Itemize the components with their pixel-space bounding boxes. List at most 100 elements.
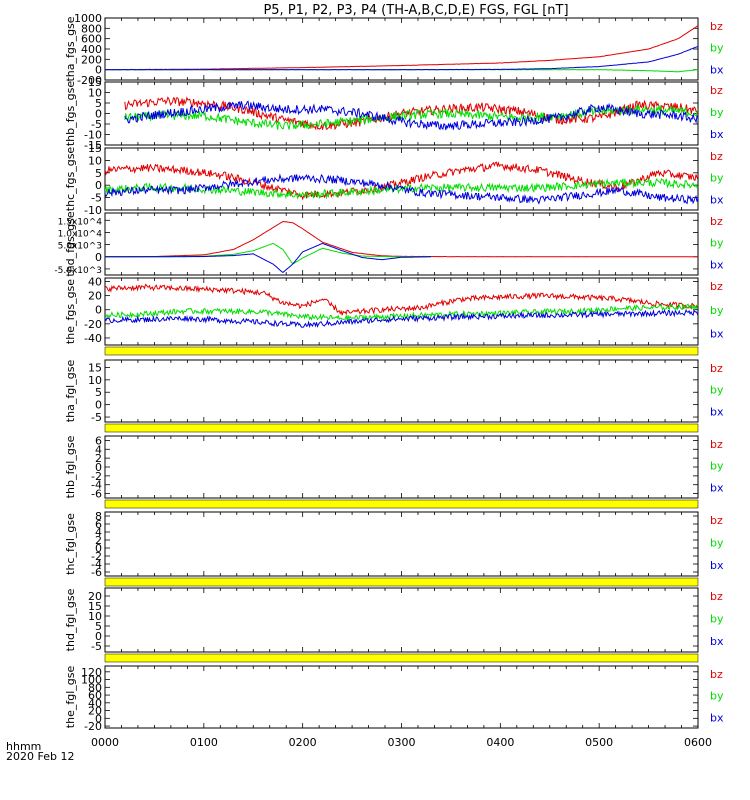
y-tick-label: 10 bbox=[88, 374, 102, 387]
y-tick-label: -20 bbox=[84, 720, 102, 733]
x-tick-label: 0300 bbox=[388, 736, 416, 749]
y-axis-label: thc_fgl_gse bbox=[64, 513, 77, 575]
panel-9: 20151050-5thd_fgl_gse bzbybx bbox=[64, 587, 724, 653]
y-axis-label: tha_fgl_gse bbox=[64, 360, 77, 423]
date-label: 2020 Feb 12 bbox=[6, 750, 74, 763]
legend-bx: bx bbox=[710, 711, 724, 724]
flag-bar bbox=[104, 499, 699, 509]
legend-bz: bz bbox=[710, 20, 723, 33]
legend-bx: bx bbox=[710, 635, 724, 648]
legend-by: by bbox=[710, 106, 724, 119]
panels: 10008006004002000-200tha_fgs_gse bzbybx15… bbox=[54, 12, 724, 733]
legend-bx: bx bbox=[710, 128, 724, 141]
y-tick-label: 15 bbox=[88, 142, 102, 155]
legend-by: by bbox=[710, 172, 724, 185]
panel-4: 1.5x10^41.0x10^45.0x10^30-5.0x10^3thd_fg… bbox=[54, 211, 724, 277]
legend-bz: bz bbox=[710, 590, 723, 603]
y-tick-label: -6 bbox=[91, 488, 102, 501]
y-tick-label: -6 bbox=[91, 566, 102, 579]
legend-bx: bx bbox=[710, 328, 724, 341]
panel-1: 10008006004002000-200tha_fgs_gse bzbybx bbox=[64, 12, 724, 87]
legend-by: by bbox=[710, 613, 724, 626]
y-tick-label: 0 bbox=[95, 179, 102, 192]
y-tick-label: -5 bbox=[91, 411, 102, 424]
panel-frame bbox=[104, 511, 699, 577]
y-tick-label: 0 bbox=[95, 304, 102, 317]
series-bz bbox=[105, 161, 698, 201]
y-axis-label: the_fgs_gse bbox=[64, 279, 77, 344]
y-tick-label: 40 bbox=[88, 276, 102, 289]
series-bx bbox=[105, 45, 698, 71]
y-axis-label: thd_fgs_gse bbox=[64, 211, 77, 277]
y-tick-label: 5 bbox=[95, 167, 102, 180]
legend-by: by bbox=[710, 304, 724, 317]
y-axis-label: thc_fgs_gse bbox=[64, 147, 77, 212]
y-axis-label: the_fgl_gse bbox=[64, 666, 77, 729]
y-tick-label: -40 bbox=[84, 332, 102, 345]
legend-by: by bbox=[710, 690, 724, 703]
legend-bz: bz bbox=[710, 215, 723, 228]
x-tick-label: 0600 bbox=[684, 736, 712, 749]
panel-5: 40200-20-40 the_fgs_gse bz by bx bbox=[64, 276, 724, 346]
series-bz bbox=[105, 25, 698, 71]
legend-bz: bz bbox=[710, 150, 723, 163]
legend-by: by bbox=[710, 384, 724, 397]
panel-frame bbox=[104, 665, 699, 729]
flag-bar bbox=[104, 346, 699, 356]
legend-bz: bz bbox=[710, 362, 723, 375]
legend-bx: bx bbox=[710, 405, 724, 418]
panel-2: 151050-5-10-15thb_fgs_gse bzbybx bbox=[64, 76, 724, 152]
legend-by: by bbox=[710, 237, 724, 250]
legend-by: by bbox=[710, 537, 724, 550]
panel-3: 151050-5-10 thc_fgs_gse bz by bx bbox=[64, 142, 724, 217]
legend-bx: bx bbox=[710, 63, 724, 76]
panel-8: 86420-2-4-6thc_fgl_gse bzbybx bbox=[64, 510, 724, 579]
series-bz bbox=[105, 220, 698, 258]
panel-7: 6420-2-4-6thb_fgl_gse bzbybx bbox=[64, 434, 724, 500]
series-by bbox=[105, 242, 432, 265]
legend-bx: bx bbox=[710, 559, 724, 572]
legend-bz: bz bbox=[710, 668, 723, 681]
y-tick-label: -10 bbox=[84, 204, 102, 217]
y-tick-label: 0 bbox=[95, 251, 102, 264]
legend-by: by bbox=[710, 42, 724, 55]
panel-frame bbox=[104, 435, 699, 499]
x-tick-label: 0200 bbox=[289, 736, 317, 749]
panel-frame bbox=[104, 212, 699, 276]
panel-6: 151050-5 tha_fgl_gse bz by bx bbox=[64, 359, 724, 424]
legend-bx: bx bbox=[710, 193, 724, 206]
y-tick-label: 0 bbox=[95, 399, 102, 412]
panel-frame bbox=[104, 587, 699, 653]
panel-10: 120100806040200-20the_fgl_gse bzbybx bbox=[64, 665, 724, 733]
y-tick-label: -5 bbox=[91, 192, 102, 205]
y-tick-label: 5 bbox=[95, 386, 102, 399]
x-tick-label: 0500 bbox=[585, 736, 613, 749]
legend-bz: bz bbox=[710, 84, 723, 97]
x-tick-label: 0400 bbox=[486, 736, 514, 749]
plot-title: P5, P1, P2, P3, P4 (TH-A,B,C,D,E) FGS, F… bbox=[263, 3, 568, 18]
legend-bz: bz bbox=[710, 438, 723, 451]
y-axis-label: thb_fgs_gse bbox=[64, 81, 77, 147]
panel-frame bbox=[104, 17, 699, 81]
y-tick-label: 10 bbox=[88, 154, 102, 167]
flag-bar bbox=[104, 577, 699, 587]
legend-bx: bx bbox=[710, 258, 724, 271]
panel-frame bbox=[104, 277, 699, 346]
x-tick-label: 0000 bbox=[91, 736, 119, 749]
flag-bar bbox=[104, 423, 699, 433]
y-tick-label: -20 bbox=[84, 318, 102, 331]
series-bx bbox=[105, 242, 432, 273]
flag-bar bbox=[104, 653, 699, 663]
x-axis: 0000 0100 0200 0300 0400 0500 0600 bbox=[91, 736, 712, 749]
y-axis-label: thb_fgl_gse bbox=[64, 435, 77, 498]
y-tick-label: 15 bbox=[88, 361, 102, 374]
x-tick-label: 0100 bbox=[190, 736, 218, 749]
legend-bz: bz bbox=[710, 514, 723, 527]
legend-bz: bz bbox=[710, 280, 723, 293]
legend-by: by bbox=[710, 460, 724, 473]
y-tick-label: 20 bbox=[88, 290, 102, 303]
y-tick-label: -5.0x10^3 bbox=[54, 266, 102, 276]
panel-frame bbox=[104, 359, 699, 423]
multi-panel-time-series: P5, P1, P2, P3, P4 (TH-A,B,C,D,E) FGS, F… bbox=[6, 3, 724, 763]
y-axis-label: tha_fgs_gse bbox=[64, 16, 77, 81]
